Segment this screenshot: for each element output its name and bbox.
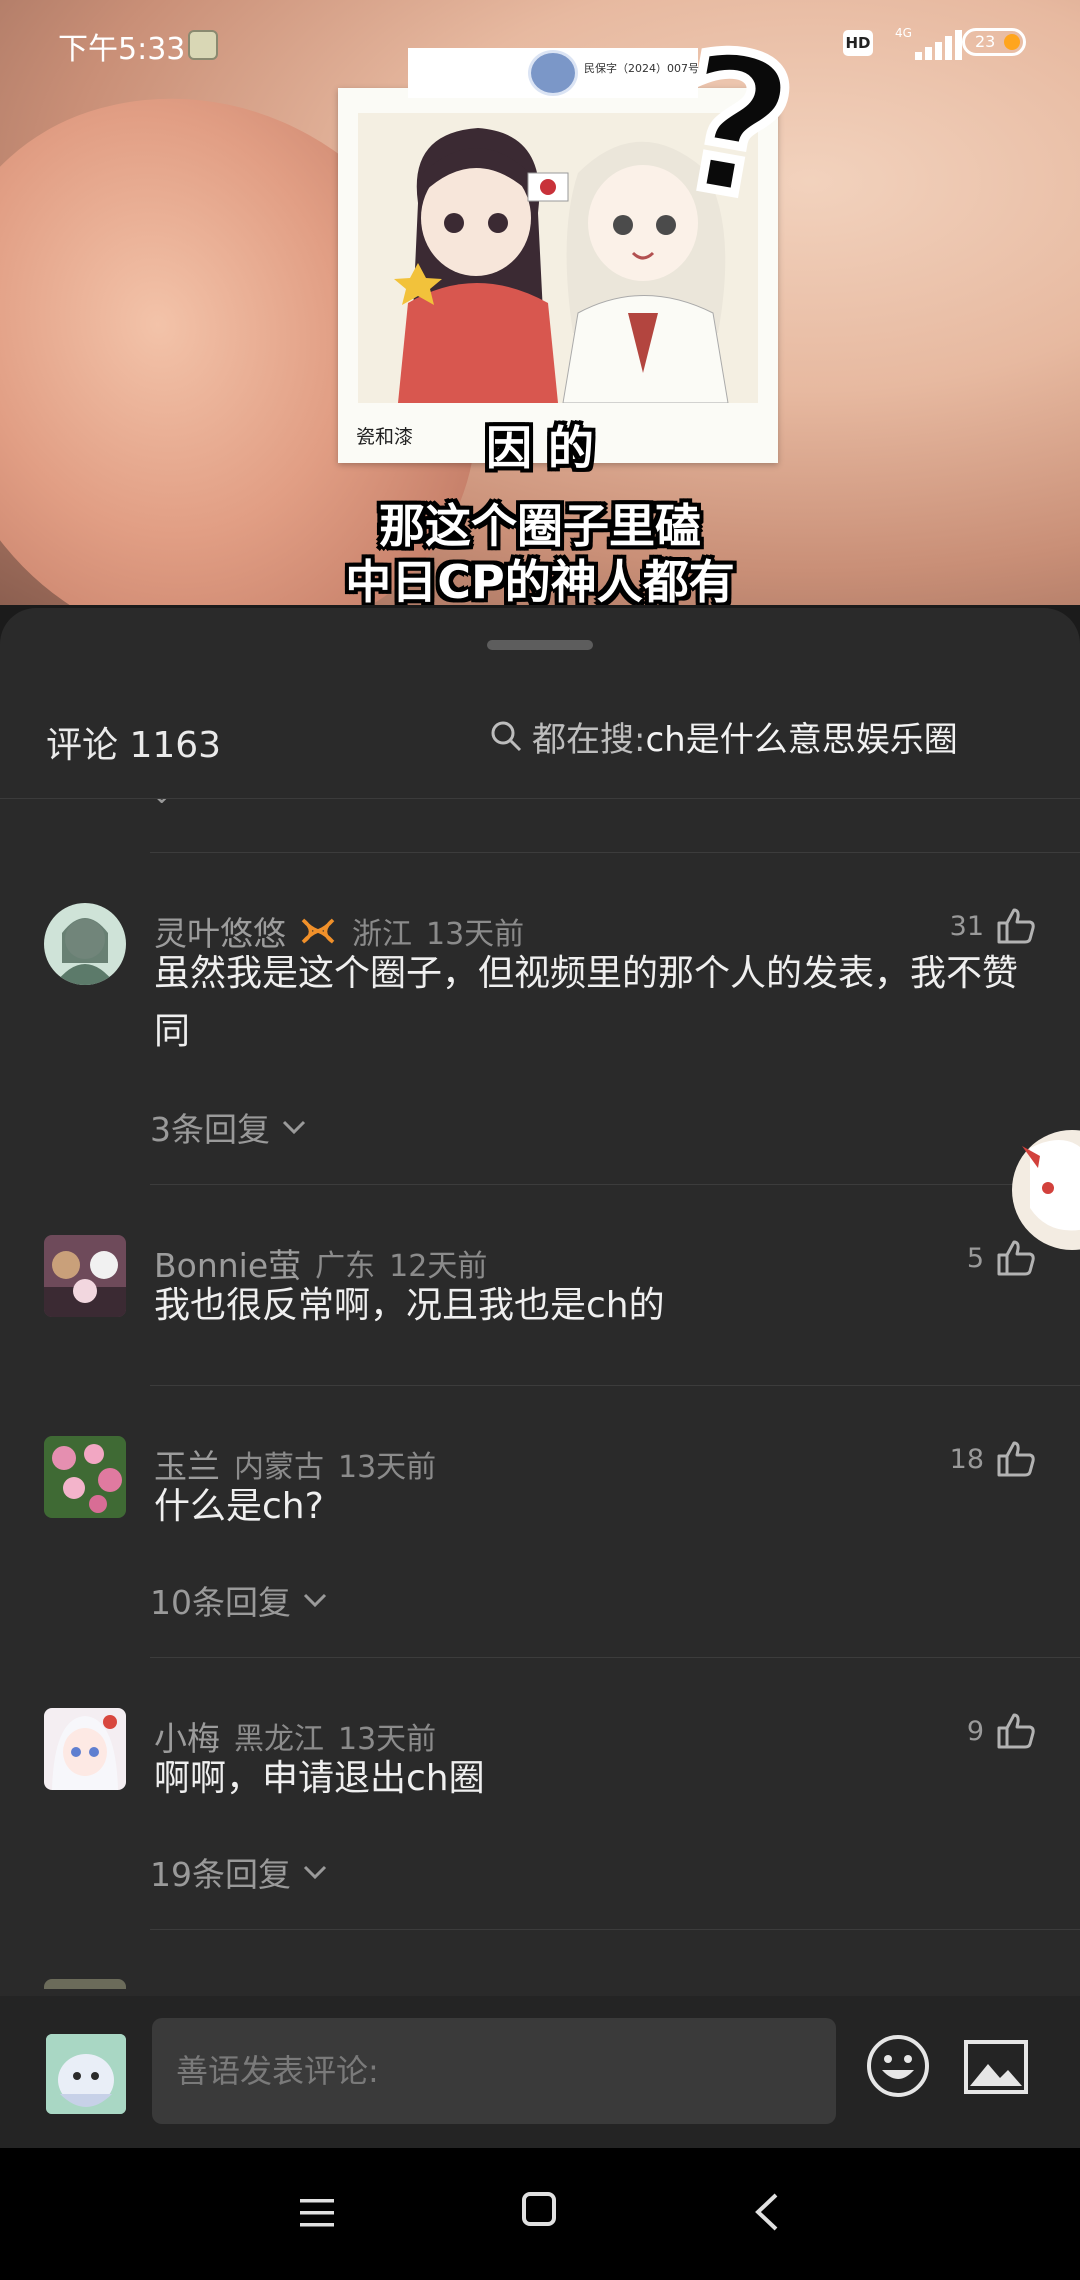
- like-button[interactable]: 18: [950, 1440, 1036, 1478]
- chevron-down-icon: [303, 1593, 327, 1608]
- back-icon[interactable]: [752, 2192, 782, 2232]
- like-count: 18: [949, 1443, 984, 1475]
- comment-list[interactable]: ⌄ 灵叶悠悠 浙江 13天前 31 虽然我是这个圈子，但视频里的那个人的发表，我…: [0, 799, 1080, 1989]
- home-icon[interactable]: [522, 2192, 556, 2226]
- emblem-icon: [528, 50, 578, 96]
- trending-search[interactable]: 都在搜: ch是什么意思娱乐圈: [490, 708, 958, 764]
- thumbs-up-icon: [997, 1441, 1035, 1477]
- avatar[interactable]: [44, 1708, 126, 1790]
- search-query[interactable]: ch是什么意思娱乐圈: [645, 712, 957, 761]
- search-icon: [491, 721, 522, 752]
- chevron-down-icon: [282, 1120, 306, 1135]
- status-time: 下午5:33: [58, 32, 186, 67]
- replies-count: 19条回复: [150, 1855, 291, 1894]
- comment-text: 啊啊，申请退出ch圈: [154, 1758, 485, 1799]
- divider: [150, 1929, 1080, 1930]
- replies-count: 10条回复: [150, 1583, 291, 1622]
- comment-text: 什么是ch?: [154, 1486, 324, 1527]
- thumbs-up-icon: [997, 1713, 1035, 1749]
- video-caption-line2: 中日CP的神人都有: [345, 555, 735, 605]
- fan-badge-icon: [301, 918, 335, 944]
- comment-text: 虽然我是这个圈子，但视频里的那个人的发表，我不赞同: [154, 953, 1019, 1052]
- divider: [150, 1385, 1080, 1386]
- notification-icon: [188, 30, 218, 60]
- comment-sheet: 评论 1163 都在搜: ch是什么意思娱乐圈 ⌄ 灵叶悠悠 浙江 13天前 3…: [0, 608, 1080, 2148]
- avatar[interactable]: [44, 1235, 126, 1317]
- like-button[interactable]: 31: [950, 907, 1036, 945]
- comment-input[interactable]: 善语发表评论:: [152, 2018, 836, 2124]
- avatar[interactable]: [44, 1436, 126, 1518]
- image-icon[interactable]: [964, 2040, 1028, 2094]
- divider: [150, 852, 1080, 853]
- divider: [150, 1657, 1080, 1658]
- video-caption-top: 因 的: [485, 421, 594, 475]
- document-number: 民保字（2024）007号: [584, 62, 699, 75]
- divider: [150, 1184, 1080, 1185]
- comments-count-title: 评论 1163: [46, 725, 222, 766]
- network-type: 4G: [895, 26, 912, 40]
- thumbs-up-icon: [997, 908, 1035, 944]
- emoji-icon[interactable]: [866, 2034, 930, 2098]
- like-count: 5: [966, 1242, 984, 1274]
- like-count: 31: [949, 910, 984, 942]
- floating-mascot-sticker[interactable]: [1010, 1128, 1080, 1258]
- search-prefix: 都在搜:: [532, 719, 646, 760]
- avatar-partial[interactable]: [44, 1979, 126, 1989]
- chevron-down-icon: [303, 1865, 327, 1880]
- battery-icon: 23: [962, 28, 1026, 56]
- system-nav-bar: [0, 2148, 1080, 2280]
- view-replies-button[interactable]: 10条回复: [150, 1576, 327, 1624]
- comment-input-bar: 善语发表评论:: [0, 1996, 1080, 2148]
- battery-level: 23: [975, 32, 996, 51]
- avatar[interactable]: [44, 903, 126, 985]
- menu-icon[interactable]: [298, 2196, 336, 2230]
- view-replies-button[interactable]: 19条回复: [150, 1848, 327, 1896]
- view-replies-button[interactable]: 3条回复: [150, 1103, 306, 1151]
- video-player[interactable]: 下午5:33 HD 4G 23 民保字（2024）007号 瓷和漆 ? 因 的 …: [0, 0, 1080, 605]
- drag-handle[interactable]: [487, 640, 593, 650]
- like-count: 9: [966, 1715, 984, 1747]
- my-avatar[interactable]: [46, 2034, 126, 2114]
- hd-icon: HD: [843, 30, 873, 56]
- clipped-reply-chevron: ⌄: [150, 799, 173, 810]
- comment-text: 我也很反常啊，况且我也是ch的: [154, 1285, 665, 1326]
- replies-count: 3条回复: [150, 1110, 270, 1149]
- like-button[interactable]: 9: [967, 1712, 1036, 1750]
